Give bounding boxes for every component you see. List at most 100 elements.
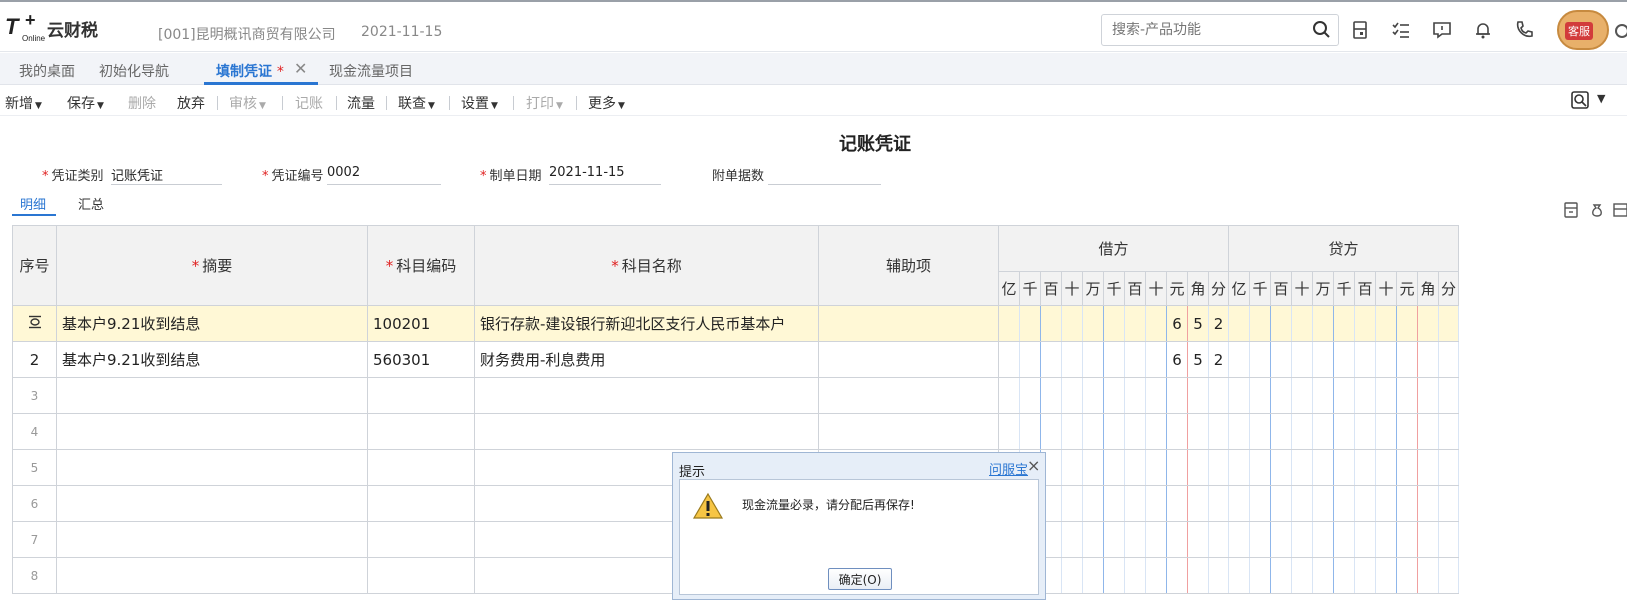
- debit-digit-cell[interactable]: [1187, 413, 1209, 450]
- credit-digit-cell[interactable]: [1291, 557, 1313, 594]
- debit-digit-cell[interactable]: [1208, 377, 1229, 414]
- voucher-number-field[interactable]: 0002: [327, 165, 441, 185]
- debit-digit-cell[interactable]: [1124, 521, 1146, 558]
- debit-digit-cell[interactable]: [1061, 521, 1083, 558]
- row-seq[interactable]: 6: [12, 485, 57, 522]
- credit-digit-cell[interactable]: [1375, 377, 1397, 414]
- credit-digit-cell[interactable]: [1417, 449, 1439, 486]
- row-account-name[interactable]: [474, 413, 819, 450]
- debit-digit-cell[interactable]: [1061, 341, 1083, 378]
- credit-digit-cell[interactable]: [1396, 341, 1418, 378]
- ok-button[interactable]: 确定(O): [828, 568, 892, 590]
- debit-digit-cell[interactable]: 2: [1208, 341, 1229, 378]
- debit-digit-cell[interactable]: [1040, 341, 1062, 378]
- debit-digit-cell[interactable]: [1103, 557, 1125, 594]
- table-row[interactable]: 2 基本户9.21收到结息 560301 财务费用-利息费用 6 5 2: [12, 341, 1459, 378]
- credit-digit-cell[interactable]: [1354, 557, 1376, 594]
- credit-digit-cell[interactable]: [1354, 305, 1376, 342]
- credit-digit-cell[interactable]: [1354, 377, 1376, 414]
- notification-bell-icon[interactable]: [1473, 20, 1495, 42]
- row-account-name[interactable]: 财务费用-利息费用: [474, 341, 819, 378]
- debit-digit-cell[interactable]: [1019, 377, 1041, 414]
- credit-digit-cell[interactable]: [1333, 341, 1355, 378]
- credit-digit-cell[interactable]: [1354, 521, 1376, 558]
- debit-digit-cell[interactable]: [1166, 377, 1188, 414]
- credit-digit-cell[interactable]: [1312, 449, 1334, 486]
- credit-digit-cell[interactable]: [1270, 413, 1292, 450]
- message-icon[interactable]: [1432, 20, 1454, 42]
- debit-digit-cell[interactable]: [1145, 449, 1167, 486]
- row-account-code[interactable]: [367, 413, 475, 450]
- debit-digit-cell[interactable]: [1145, 413, 1167, 450]
- debit-digit-cell[interactable]: [1208, 557, 1229, 594]
- credit-digit-cell[interactable]: [1228, 413, 1250, 450]
- credit-digit-cell[interactable]: [1438, 449, 1459, 486]
- debit-digit-cell[interactable]: [1103, 449, 1125, 486]
- credit-digit-cell[interactable]: [1228, 557, 1250, 594]
- debit-digit-cell[interactable]: [1208, 449, 1229, 486]
- row-seq[interactable]: 4: [12, 413, 57, 450]
- credit-digit-cell[interactable]: [1312, 377, 1334, 414]
- row-account-code[interactable]: 560301: [367, 341, 475, 378]
- credit-digit-cell[interactable]: [1291, 449, 1313, 486]
- debit-digit-cell[interactable]: 5: [1187, 341, 1209, 378]
- money-bag-icon[interactable]: [1589, 202, 1605, 218]
- debit-digit-cell[interactable]: [1040, 413, 1062, 450]
- credit-digit-cell[interactable]: [1333, 413, 1355, 450]
- more-button[interactable]: 更多 ▼: [588, 93, 625, 113]
- debit-digit-cell[interactable]: [1145, 377, 1167, 414]
- row-account-code[interactable]: [367, 557, 475, 594]
- credit-digit-cell[interactable]: [1375, 485, 1397, 522]
- discard-button[interactable]: 放弃: [177, 93, 205, 113]
- audit-button[interactable]: 审核 ▼: [229, 93, 266, 113]
- row-seq[interactable]: 2: [12, 341, 57, 378]
- debit-digit-cell[interactable]: [1103, 521, 1125, 558]
- credit-digit-cell[interactable]: [1438, 485, 1459, 522]
- debit-digit-cell[interactable]: [998, 413, 1020, 450]
- row-auxiliary[interactable]: [818, 341, 999, 378]
- debit-digit-cell[interactable]: 2: [1208, 305, 1229, 342]
- task-list-icon[interactable]: [1391, 20, 1413, 42]
- debit-digit-cell[interactable]: [1145, 305, 1167, 342]
- credit-digit-cell[interactable]: [1438, 521, 1459, 558]
- credit-digit-cell[interactable]: [1270, 341, 1292, 378]
- close-icon[interactable]: ×: [1027, 456, 1040, 475]
- credit-digit-cell[interactable]: [1249, 413, 1271, 450]
- tab-my-desktop[interactable]: 我的桌面: [19, 61, 75, 81]
- post-button[interactable]: 记账: [295, 93, 323, 113]
- credit-digit-cell[interactable]: [1417, 377, 1439, 414]
- credit-digit-cell[interactable]: [1270, 557, 1292, 594]
- row-seq[interactable]: 5: [12, 449, 57, 486]
- tab-cashflow-items[interactable]: 现金流量项目: [329, 61, 413, 81]
- credit-digit-cell[interactable]: [1228, 377, 1250, 414]
- debit-digit-cell[interactable]: [1166, 557, 1188, 594]
- credit-digit-cell[interactable]: [1354, 413, 1376, 450]
- debit-digit-cell[interactable]: [1124, 305, 1146, 342]
- debit-digit-cell[interactable]: [1124, 449, 1146, 486]
- debit-digit-cell[interactable]: [1124, 341, 1146, 378]
- credit-digit-cell[interactable]: [1249, 557, 1271, 594]
- debit-digit-cell[interactable]: [1019, 413, 1041, 450]
- debit-digit-cell[interactable]: [1187, 377, 1209, 414]
- credit-digit-cell[interactable]: [1375, 413, 1397, 450]
- row-summary[interactable]: 基本户9.21收到结息: [56, 341, 368, 378]
- debit-digit-cell[interactable]: [1061, 305, 1083, 342]
- credit-digit-cell[interactable]: [1291, 413, 1313, 450]
- debit-digit-cell[interactable]: [1166, 521, 1188, 558]
- tab-init-guide[interactable]: 初始化导航: [99, 61, 169, 81]
- credit-digit-cell[interactable]: [1375, 341, 1397, 378]
- debit-digit-cell[interactable]: [1103, 485, 1125, 522]
- panel-icon[interactable]: [1613, 202, 1627, 218]
- row-account-code[interactable]: [367, 485, 475, 522]
- credit-digit-cell[interactable]: [1228, 521, 1250, 558]
- table-row[interactable]: 基本户9.21收到结息 100201 银行存款-建设银行新迎北区支行人民币基本户 6 5…: [12, 305, 1459, 342]
- row-summary[interactable]: [56, 521, 368, 558]
- query-button[interactable]: 联查 ▼: [398, 93, 435, 113]
- phone-icon[interactable]: [1514, 20, 1536, 42]
- debit-digit-cell[interactable]: 5: [1187, 305, 1209, 342]
- tab-close-icon[interactable]: ✕: [294, 59, 307, 78]
- debit-digit-cell[interactable]: [1103, 305, 1125, 342]
- row-seq[interactable]: 7: [12, 521, 57, 558]
- debit-digit-cell[interactable]: [1040, 305, 1062, 342]
- credit-digit-cell[interactable]: [1438, 341, 1459, 378]
